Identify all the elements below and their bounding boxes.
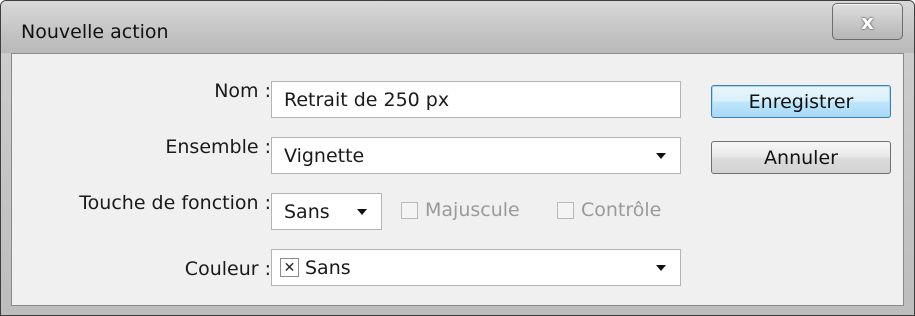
shift-checkbox[interactable] — [401, 202, 418, 219]
name-label: Nom : — [214, 80, 271, 102]
name-input[interactable]: Retrait de 250 px — [271, 81, 681, 118]
set-dropdown-value: Vignette — [284, 144, 365, 167]
close-icon: x — [861, 9, 874, 34]
shift-checkbox-label: Majuscule — [425, 199, 520, 221]
chevron-down-icon — [656, 265, 666, 271]
function-key-dropdown-value: Sans — [284, 200, 330, 223]
save-button[interactable]: Enregistrer — [711, 85, 891, 118]
dialog-body: Nom : Retrait de 250 px Ensemble : Vigne… — [11, 53, 904, 306]
cancel-button-label: Annuler — [764, 146, 838, 169]
name-input-value: Retrait de 250 px — [284, 88, 450, 111]
function-key-label: Touche de fonction : — [79, 192, 271, 214]
x-mark-icon: ✕ — [280, 258, 299, 277]
cancel-button[interactable]: Annuler — [711, 141, 891, 174]
title-bar: Nouvelle action x — [1, 1, 914, 53]
control-checkbox[interactable] — [557, 202, 574, 219]
chevron-down-icon — [357, 209, 367, 215]
save-button-label: Enregistrer — [748, 90, 854, 113]
chevron-down-icon — [656, 153, 666, 159]
color-label: Couleur : — [184, 258, 271, 280]
window-title: Nouvelle action — [21, 21, 169, 43]
dialog-window: Nouvelle action x Nom : Retrait de 250 p… — [0, 0, 915, 316]
set-label: Ensemble : — [165, 136, 271, 158]
color-dropdown[interactable]: ✕ Sans — [271, 249, 681, 286]
close-button[interactable]: x — [832, 3, 903, 40]
color-dropdown-value: Sans — [305, 256, 351, 279]
control-checkbox-label: Contrôle — [581, 199, 662, 221]
function-key-dropdown[interactable]: Sans — [271, 193, 382, 230]
set-dropdown[interactable]: Vignette — [271, 137, 681, 174]
